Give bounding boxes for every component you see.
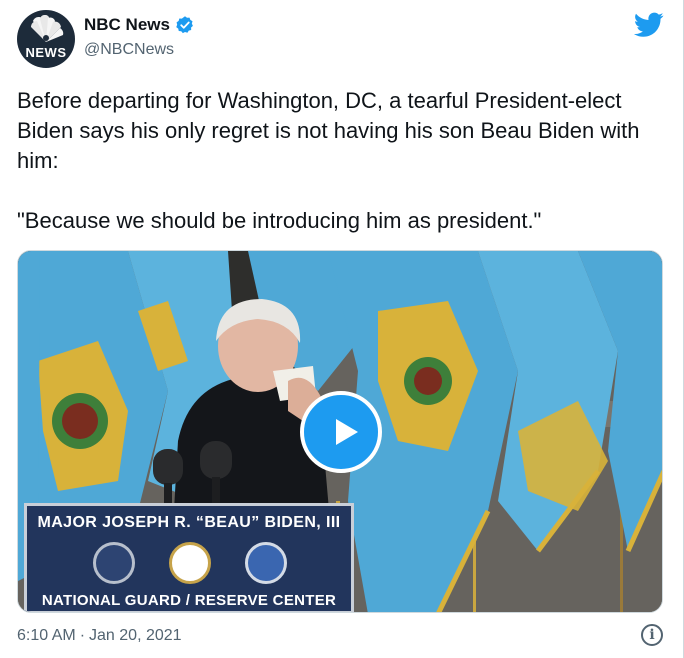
video-player[interactable]: MAJOR JOSEPH R. “BEAU” BIDEN, III NATION… (17, 250, 663, 613)
tweet-text: Before departing for Washington, DC, a t… (17, 86, 667, 236)
info-icon[interactable]: i (641, 624, 663, 646)
account-name-row[interactable]: NBC News (84, 15, 195, 35)
tweet-paragraph: Before departing for Washington, DC, a t… (17, 88, 640, 173)
twitter-bird-icon[interactable] (634, 12, 664, 38)
peacock-logo-icon (31, 15, 64, 42)
tweet-date: Jan 20, 2021 (89, 627, 182, 644)
air-national-guard-seal-icon (245, 542, 287, 584)
podium-sign-subtitle: NATIONAL GUARD / RESERVE CENTER (41, 592, 337, 609)
podium-sign-title: MAJOR JOSEPH R. “BEAU” BIDEN, III (37, 514, 341, 531)
verified-badge-icon (176, 16, 193, 34)
play-icon (336, 419, 358, 445)
tweet-timestamp[interactable]: 6:10 AM · Jan 20, 2021 (17, 627, 182, 645)
play-button[interactable] (300, 391, 382, 473)
display-name[interactable]: NBC News (84, 15, 170, 35)
tweet-quote: "Because we should be introducing him as… (17, 208, 542, 233)
timestamp-separator: · (79, 627, 86, 644)
podium-sign: MAJOR JOSEPH R. “BEAU” BIDEN, III NATION… (24, 503, 354, 612)
army-national-guard-seal-icon (93, 542, 135, 584)
tweet-time: 6:10 AM (17, 627, 76, 644)
tweet-card: NEWS NBC News @NBCNews Before departing … (0, 0, 684, 658)
navy-seal-icon (169, 542, 211, 584)
avatar-label: NEWS (25, 45, 67, 60)
account-handle[interactable]: @NBCNews (84, 41, 174, 59)
nbc-news-avatar[interactable]: NEWS (17, 10, 75, 68)
